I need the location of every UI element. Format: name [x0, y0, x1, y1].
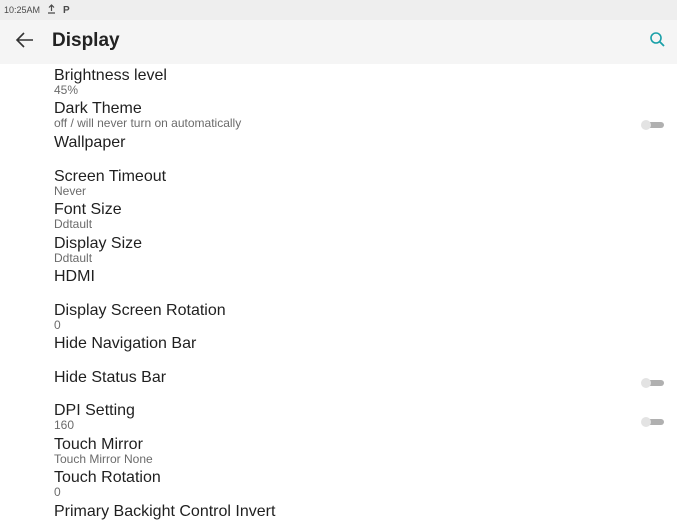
setting-summary: 0	[54, 485, 61, 499]
dark-theme-toggle[interactable]	[641, 120, 665, 130]
setting-touch-mirror[interactable]: Touch Mirror Touch Mirror None	[54, 436, 654, 465]
setting-summary: Touch Mirror None	[54, 452, 153, 466]
setting-font-size[interactable]: Font Size Ddtault	[54, 201, 654, 230]
setting-title: Hide Navigation Bar	[54, 335, 197, 352]
setting-title: Font Size	[54, 201, 122, 218]
setting-title: Dark Theme	[54, 100, 142, 117]
toggle-thumb	[641, 378, 651, 388]
setting-dark-theme[interactable]: Dark Theme off / will never turn on auto…	[54, 100, 654, 129]
setting-brightness-level[interactable]: Brightness level 45%	[54, 67, 654, 96]
setting-title: Brightness level	[54, 67, 167, 84]
page-title: Display	[52, 30, 120, 51]
setting-touch-rotation[interactable]: Touch Rotation 0	[54, 469, 654, 498]
setting-summary: off / will never turn on automatically	[54, 116, 242, 130]
status-bar: 10:25AM P	[0, 0, 677, 20]
setting-hide-navigation-bar[interactable]: Hide Navigation Bar	[54, 335, 654, 352]
parking-icon: P	[63, 4, 70, 16]
setting-summary: 160	[54, 418, 75, 432]
setting-title: Display Screen Rotation	[54, 302, 226, 319]
setting-summary: Ddtault	[54, 217, 93, 231]
setting-screen-timeout[interactable]: Screen Timeout Never	[54, 168, 654, 197]
setting-summary: Never	[54, 184, 87, 198]
setting-title: Display Size	[54, 235, 143, 252]
setting-title: Screen Timeout	[54, 168, 167, 185]
setting-dpi-setting[interactable]: DPI Setting 160	[54, 402, 654, 431]
setting-hide-status-bar[interactable]: Hide Status Bar	[54, 369, 654, 386]
setting-summary: Ddtault	[54, 251, 93, 265]
dpi-setting-toggle[interactable]	[641, 417, 665, 427]
setting-summary: 45%	[54, 83, 79, 97]
setting-display-size[interactable]: Display Size Ddtault	[54, 235, 654, 264]
setting-title: Primary Backight Control Invert	[54, 503, 276, 520]
setting-title: Touch Mirror	[54, 436, 143, 453]
toggle-thumb	[641, 120, 651, 130]
setting-hdmi[interactable]: HDMI	[54, 268, 654, 285]
setting-summary: 0	[54, 318, 61, 332]
back-arrow-icon[interactable]	[15, 28, 37, 52]
settings-list: Brightness level 45% Dark Theme off / wi…	[0, 64, 677, 520]
status-time: 10:25AM	[4, 5, 41, 15]
setting-title: Touch Rotation	[54, 469, 161, 486]
hide-status-bar-toggle[interactable]	[641, 378, 665, 388]
search-icon[interactable]	[648, 30, 668, 50]
app-bar: Display	[0, 20, 677, 64]
setting-title: Wallpaper	[54, 134, 126, 151]
setting-primary-backlight-control-invert[interactable]: Primary Backight Control Invert	[54, 503, 654, 520]
toggle-thumb	[641, 417, 651, 427]
setting-title: Hide Status Bar	[54, 369, 167, 386]
setting-title: HDMI	[54, 268, 95, 285]
upload-icon	[47, 3, 56, 17]
setting-title: DPI Setting	[54, 402, 135, 419]
setting-display-screen-rotation[interactable]: Display Screen Rotation 0	[54, 302, 654, 331]
setting-wallpaper[interactable]: Wallpaper	[54, 134, 654, 151]
